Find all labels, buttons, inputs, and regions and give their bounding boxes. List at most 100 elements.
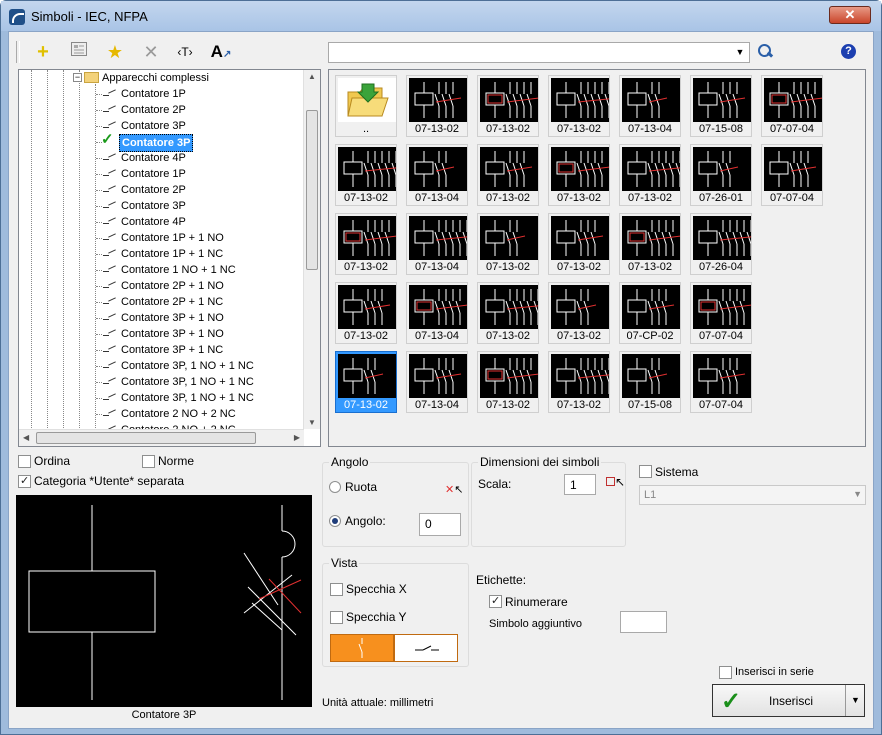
symbol-tile-caption: 07-13-04 <box>414 330 460 342</box>
symbol-tile[interactable]: 07-13-02 <box>548 282 610 344</box>
scroll-left-icon[interactable]: ◀ <box>23 433 29 442</box>
scroll-down-icon[interactable]: ▼ <box>308 418 316 427</box>
scroll-thumb[interactable] <box>306 110 318 270</box>
search-combo[interactable]: ▼ <box>328 42 750 63</box>
chevron-down-icon[interactable]: ▼ <box>851 695 860 705</box>
angolo-input[interactable]: 0 <box>419 513 461 536</box>
symbol-tile[interactable]: 07-13-02 <box>477 351 539 413</box>
symbol-tile[interactable]: 07-13-02 <box>335 282 397 344</box>
tree-item-label: Contatore 3P <box>121 200 186 212</box>
symbol-tile[interactable]: 07-13-04 <box>619 75 681 137</box>
tree-horizontal-scrollbar[interactable]: ◀ ▶ <box>19 429 304 446</box>
symbol-tile[interactable]: 07-13-02 <box>477 213 539 275</box>
chevron-down-icon[interactable]: ▼ <box>853 489 862 499</box>
pick-angle-icon[interactable]: ✕↖ <box>445 483 463 496</box>
pick-scale-icon[interactable]: ↖ <box>606 475 625 489</box>
scala-input[interactable]: 1 <box>564 474 596 495</box>
delete-icon[interactable]: ✕ <box>139 40 163 64</box>
symbol-tile[interactable]: 07-15-08 <box>690 75 752 137</box>
parent-folder-tile[interactable]: .. <box>335 75 397 137</box>
symbol-tile-caption: 07-07-04 <box>769 192 815 204</box>
symbol-tile[interactable]: 07-CP-02 <box>619 282 681 344</box>
scroll-up-icon[interactable]: ▲ <box>308 72 316 81</box>
font-style-icon[interactable]: A↗ <box>209 40 233 64</box>
rinumerare-label: Rinumerare <box>505 595 568 609</box>
specchia-y-checkbox[interactable] <box>330 611 343 624</box>
symbol-tile[interactable]: 07-13-02 <box>335 144 397 206</box>
symbol-tile[interactable]: 07-13-02 <box>548 144 610 206</box>
angolo-group: Angolo Ruota ✕↖ Angolo: 0 <box>322 455 469 547</box>
symbol-tile[interactable]: 07-13-02 <box>477 144 539 206</box>
contactor-symbol-thumbnail <box>409 354 467 398</box>
title-bar[interactable]: Simboli - IEC, NFPA ✕ <box>1 1 881 31</box>
symbol-tile[interactable]: 07-13-02 <box>477 282 539 344</box>
contact-symbol-icon <box>103 409 117 418</box>
contactor-symbol-thumbnail <box>338 354 396 398</box>
tree-connector <box>96 270 102 271</box>
close-button[interactable]: ✕ <box>829 6 871 24</box>
sistema-label: Sistema <box>655 465 699 479</box>
symbol-tile-caption: 07-13-02 <box>485 330 531 342</box>
symbol-tile[interactable]: 07-13-02 <box>477 75 539 137</box>
vista-vertical-button[interactable] <box>330 634 394 662</box>
ordina-checkbox[interactable] <box>18 455 31 468</box>
rinumerare-checkbox[interactable] <box>489 594 502 608</box>
contactor-symbol-thumbnail <box>622 78 680 122</box>
symbol-tile[interactable]: 07-07-04 <box>690 282 752 344</box>
text-icon[interactable]: ‹T› <box>173 40 197 64</box>
symbol-tile[interactable]: 07-13-02 <box>548 75 610 137</box>
symbol-tile-caption: 07-26-01 <box>698 192 744 204</box>
symbol-tile[interactable]: 07-13-04 <box>406 282 468 344</box>
search-icon[interactable] <box>757 43 773 59</box>
symbol-tile[interactable]: 07-26-01 <box>690 144 752 206</box>
sistema-checkbox[interactable] <box>639 465 652 478</box>
inserisci-serie-checkbox[interactable] <box>719 666 732 679</box>
insert-button[interactable]: ✓ Inserisci ▼ <box>712 684 865 717</box>
contact-symbol-icon <box>103 169 117 178</box>
scroll-thumb[interactable] <box>36 432 256 444</box>
symbol-tile[interactable]: 07-13-02 <box>548 213 610 275</box>
simbolo-aggiuntivo-label: Simbolo aggiuntivo <box>489 618 582 630</box>
categoria-checkbox[interactable] <box>18 474 31 488</box>
symbol-tile[interactable]: 07-26-04 <box>690 213 752 275</box>
vista-horizontal-button[interactable] <box>394 634 458 662</box>
angolo-title: Angolo <box>329 455 371 469</box>
symbol-tile[interactable]: 07-13-04 <box>406 144 468 206</box>
symbol-tile[interactable]: 07-13-04 <box>406 351 468 413</box>
symbol-tree[interactable]: − Apparecchi complessi Contatore 1P Conta… <box>18 69 321 447</box>
angolo-radio[interactable] <box>329 515 341 527</box>
contact-symbol-icon <box>103 233 117 242</box>
sistema-combo[interactable]: L1 ▼ <box>639 485 866 505</box>
properties-icon[interactable] <box>67 40 91 64</box>
symbol-tile[interactable]: 07-13-02 <box>335 213 397 275</box>
toolbar-grip[interactable] <box>16 41 20 63</box>
specchia-x-checkbox[interactable] <box>330 583 343 596</box>
collapse-icon[interactable]: − <box>73 73 82 82</box>
tree-vertical-scrollbar[interactable]: ▲ ▼ <box>303 70 320 429</box>
symbol-tile-caption: 07-CP-02 <box>626 330 674 342</box>
split-divider <box>845 685 846 716</box>
tree-connector <box>96 286 102 287</box>
favorite-star-icon[interactable]: ★ <box>103 40 127 64</box>
symbol-tile[interactable]: 07-15-08 <box>619 351 681 413</box>
symbol-tile-caption: 07-13-02 <box>485 399 531 411</box>
symbol-tile[interactable]: 07-07-04 <box>761 75 823 137</box>
chevron-down-icon[interactable]: ▼ <box>733 43 747 62</box>
scroll-right-icon[interactable]: ▶ <box>294 433 300 442</box>
contactor-symbol-thumbnail <box>409 216 467 260</box>
symbol-tile[interactable]: 07-07-04 <box>761 144 823 206</box>
norme-checkbox[interactable] <box>142 455 155 468</box>
symbol-tile[interactable]: 07-13-02 <box>406 75 468 137</box>
symbol-tile[interactable]: 07-13-02 <box>335 351 397 413</box>
ruota-radio[interactable] <box>329 481 341 493</box>
symbol-tile[interactable]: 07-13-02 <box>619 144 681 206</box>
symbol-tile[interactable]: 07-13-02 <box>619 213 681 275</box>
symbol-tile[interactable]: 07-13-02 <box>548 351 610 413</box>
add-icon[interactable]: + <box>31 40 55 64</box>
symbol-tile[interactable]: 07-07-04 <box>690 351 752 413</box>
contactor-symbol-thumbnail <box>409 147 467 191</box>
help-icon[interactable]: ? <box>841 44 856 59</box>
symbol-tile-caption: 07-13-02 <box>343 399 389 411</box>
simbolo-aggiuntivo-input[interactable] <box>620 611 667 633</box>
symbol-tile[interactable]: 07-13-04 <box>406 213 468 275</box>
